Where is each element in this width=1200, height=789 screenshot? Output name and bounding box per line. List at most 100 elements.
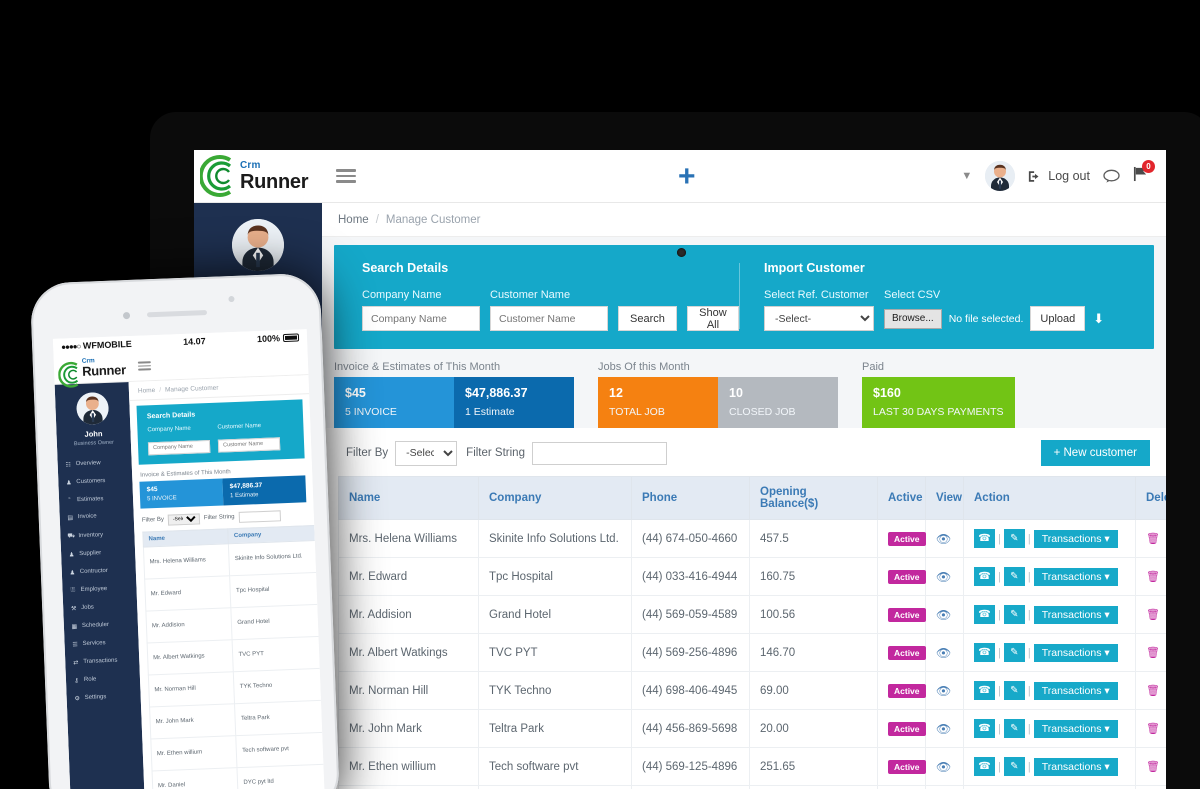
transactions-dropdown[interactable]: Transactions ▾ — [1033, 529, 1118, 548]
phone-cell-name: Mr. John Mark — [149, 703, 237, 739]
phone-breadcrumb-home[interactable]: Home — [138, 387, 156, 395]
phone-icon[interactable]: ☎ — [974, 529, 995, 548]
new-customer-button[interactable]: + New customer — [1040, 440, 1150, 466]
pencil-icon[interactable]: ✎ — [1003, 757, 1025, 776]
app-logo[interactable]: Crm Runner — [194, 150, 322, 203]
divider: | — [998, 570, 1001, 583]
stat-cell: 12 TOTAL JOB — [598, 377, 718, 428]
pencil-icon[interactable]: ✎ — [1003, 681, 1025, 700]
search-details-section: Search Details Company Name Customer Nam… — [334, 261, 739, 331]
phone-filter-string-input[interactable] — [238, 509, 281, 523]
eye-icon[interactable]: 👁 — [936, 684, 951, 698]
transactions-dropdown[interactable]: Transactions ▾ — [1033, 757, 1118, 776]
phone-icon[interactable]: ☎ — [974, 719, 995, 738]
add-plus-icon[interactable]: + — [678, 162, 696, 192]
phone-body: John Business Owner ☷ Overview ♟ Customers “… — [54, 375, 325, 789]
phone-cell-name: Mr. Albert Watkings — [147, 639, 234, 675]
download-template-icon[interactable]: ⬇ — [1093, 311, 1104, 327]
trash-icon[interactable]: 🗑 — [1146, 647, 1160, 659]
phone-logo[interactable]: Crm Runner — [54, 357, 129, 388]
customer-name-input[interactable] — [490, 306, 608, 331]
phone-icon[interactable]: ☎ — [974, 605, 995, 624]
phone-profile-avatar[interactable] — [75, 391, 110, 426]
cell-view: 👁 — [925, 709, 964, 748]
filter-string-input[interactable] — [531, 441, 667, 465]
logout-button[interactable]: Log out — [1028, 169, 1090, 183]
chevron-down-icon[interactable]: ▼ — [961, 170, 972, 182]
column-header[interactable]: Phone — [631, 476, 750, 520]
transactions-dropdown[interactable]: Transactions ▾ — [1033, 643, 1118, 662]
customer-table: Name Company Phone Opening Balance($) Active… — [338, 476, 1166, 789]
cell-active: Active — [877, 557, 926, 596]
pencil-icon[interactable]: ✎ — [1003, 605, 1025, 624]
eye-icon[interactable]: 👁 — [936, 646, 951, 660]
eye-icon[interactable]: 👁 — [936, 722, 951, 736]
phone-stat-value: $47,886.37 — [229, 481, 263, 490]
transactions-dropdown[interactable]: Transactions ▾ — [1033, 681, 1118, 700]
chat-icon[interactable] — [1103, 169, 1120, 184]
phone-company-input[interactable] — [147, 439, 211, 455]
avatar[interactable] — [985, 161, 1016, 191]
phone-breadcrumb-separator: / — [159, 386, 162, 394]
stat-group: Invoice & Estimates of This Month $45 5 IN… — [334, 361, 598, 428]
crm-swoosh-icon — [200, 154, 232, 197]
transactions-dropdown[interactable]: Transactions ▾ — [1033, 605, 1118, 624]
logout-label: Log out — [1048, 169, 1090, 183]
company-name-input[interactable] — [362, 306, 480, 331]
trash-icon[interactable]: 🗑 — [1146, 685, 1160, 697]
cell-action: ☎|✎|Transactions ▾ — [963, 747, 1136, 786]
eye-icon[interactable]: 👁 — [936, 532, 951, 546]
phone-search-title: Search Details — [146, 411, 196, 421]
upload-button[interactable]: Upload — [1030, 306, 1086, 331]
profile-avatar[interactable] — [232, 219, 284, 271]
cell-company: DYC pyt ltd — [478, 785, 632, 789]
trash-icon[interactable]: 🗑 — [1146, 609, 1160, 621]
cell-active: Active — [877, 747, 926, 786]
ref-customer-select[interactable]: -Select- — [764, 306, 874, 331]
trash-icon[interactable]: 🗑 — [1146, 723, 1160, 735]
breadcrumb-home[interactable]: Home — [338, 214, 369, 226]
trash-icon[interactable]: 🗑 — [1146, 571, 1160, 583]
cell-view: 👁 — [925, 633, 964, 672]
pencil-icon[interactable]: ✎ — [1003, 529, 1025, 548]
eye-icon[interactable]: 👁 — [936, 760, 951, 774]
cell-company: TYK Techno — [478, 671, 632, 710]
pencil-icon[interactable]: ✎ — [1003, 567, 1025, 586]
table-row: Mr. Addision Grand Hotel (44) 569-059-4589… — [338, 595, 1166, 634]
pencil-icon[interactable]: ✎ — [1003, 643, 1025, 662]
phone-sidebar-item-settings[interactable]: ⚙ Settings — [66, 687, 141, 708]
phone-sidebar-item-label: Role — [83, 676, 97, 683]
search-button[interactable]: Search — [618, 306, 677, 331]
transactions-dropdown[interactable]: Transactions ▾ — [1033, 567, 1118, 586]
phone-icon[interactable]: ☎ — [974, 567, 995, 586]
trash-icon[interactable]: 🗑 — [1146, 533, 1160, 545]
phone-stat-cell: $45 5 INVOICE — [139, 478, 224, 509]
column-header[interactable]: Action — [963, 476, 1136, 520]
column-header[interactable]: Active — [877, 476, 926, 520]
browse-button[interactable]: Browse... — [884, 308, 942, 329]
phone-hamburger-icon[interactable] — [137, 359, 152, 373]
eye-icon[interactable]: 👁 — [936, 570, 951, 584]
pencil-icon[interactable]: ✎ — [1003, 719, 1025, 738]
trash-icon[interactable]: 🗑 — [1146, 761, 1160, 773]
hamburger-menu-icon[interactable] — [336, 166, 356, 186]
cell-company: TVC PYT — [478, 633, 632, 672]
key-icon: ⚷ — [74, 677, 79, 684]
show-all-button[interactable]: Show All — [686, 306, 739, 331]
phone-customer-input[interactable] — [217, 436, 281, 453]
stat-bars: $45 5 INVOICE $47,886.37 1 Estimate — [334, 377, 574, 428]
column-header[interactable]: Name — [338, 476, 479, 520]
notification-flag[interactable]: 0 — [1133, 159, 1155, 187]
column-header[interactable]: View — [925, 476, 964, 520]
phone-icon[interactable]: ☎ — [974, 757, 995, 776]
filter-by-select[interactable]: -Select- — [395, 440, 458, 466]
transactions-dropdown[interactable]: Transactions ▾ — [1033, 719, 1118, 738]
phone-filter-by-select[interactable]: -Select- — [167, 512, 201, 526]
phone-icon[interactable]: ☎ — [974, 681, 995, 700]
column-header[interactable]: Delete — [1135, 476, 1166, 520]
phone-icon[interactable]: ☎ — [974, 643, 995, 662]
signal-dots-icon: ●●●●○ — [61, 341, 81, 352]
column-header[interactable]: Opening Balance($) — [749, 476, 878, 520]
column-header[interactable]: Company — [478, 476, 632, 520]
eye-icon[interactable]: 👁 — [936, 608, 951, 622]
